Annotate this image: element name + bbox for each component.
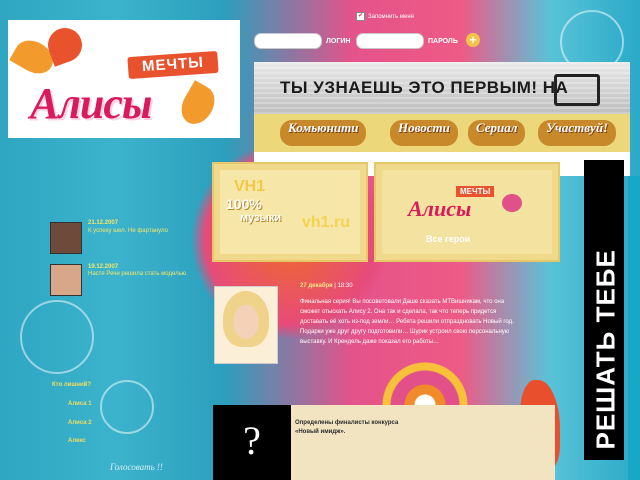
news-link[interactable]: Настя Речи решила стать моделью <box>88 271 198 277</box>
promo-heroes[interactable]: МЕЧТЫ Алисы Все герои <box>374 162 560 262</box>
background-swirl <box>100 380 154 434</box>
news-thumbnail[interactable] <box>50 264 82 296</box>
article-time: 18:30 <box>337 283 353 289</box>
photo-face <box>233 305 259 339</box>
remember-label: Запомнить меня <box>368 14 414 21</box>
side-banner[interactable]: РЕШАТЬ ТЕБЕ <box>584 160 624 460</box>
poll-question: Кто лишний? <box>52 382 92 388</box>
remember-me[interactable]: ✔ Запомнить меня <box>356 12 414 21</box>
poll-option[interactable]: Алиса 2 <box>68 420 92 426</box>
login-label: ЛОГИН <box>326 38 351 45</box>
mtv-logo-icon <box>554 74 600 106</box>
side-strip <box>628 176 640 480</box>
news-thumbnail[interactable] <box>50 222 82 254</box>
promo-vh1-line1: VH1 <box>234 178 266 195</box>
news-link[interactable]: К успеху шел. Не фартануло <box>88 228 208 234</box>
promo-banner[interactable]: ТЫ УЗНАЕШЬ ЭТО ПЕРВЫМ! НА <box>254 62 630 114</box>
logo-badge: МЕЧТЫ <box>127 50 219 80</box>
remember-checkbox[interactable]: ✔ <box>356 12 365 21</box>
question-mark-box[interactable]: ? <box>213 405 291 480</box>
contest-box[interactable]: Определены финалисты конкурса «Новый ими… <box>291 405 555 480</box>
article-photo[interactable] <box>214 286 278 364</box>
nav-item-series[interactable]: Сериал <box>468 120 526 146</box>
password-input[interactable] <box>356 33 424 49</box>
side-banner-text: РЕШАТЬ ТЕБЕ <box>590 249 621 450</box>
password-label: ПАРОЛЬ <box>428 38 458 45</box>
nav-item-news[interactable]: Новости <box>390 120 458 146</box>
news-date: 19.12.2007 <box>88 264 119 270</box>
logo-title: Алисы <box>30 79 152 128</box>
background-swirl <box>20 300 94 374</box>
promo-vh1-logo: vh1.ru <box>302 214 351 231</box>
login-submit-button[interactable]: + <box>466 33 480 47</box>
news-date: 21.12.2007 <box>88 220 119 226</box>
nav-item-participate[interactable]: Участвуй! <box>538 120 617 146</box>
poll-option[interactable]: Алиса 1 <box>68 401 92 407</box>
article-date: 27 декабря <box>300 283 333 289</box>
vote-link[interactable]: Голосовать !! <box>110 462 163 472</box>
promo-heroes-inner: МЕЧТЫ Алисы Все герои <box>382 170 552 254</box>
contest-text: Определены финалисты конкурса «Новый ими… <box>295 420 399 435</box>
promo-vh1[interactable]: VH1 100% музыки vh1.ru <box>212 162 368 262</box>
article-meta: 27 декабря | 18:30 <box>300 283 353 289</box>
nav-item-community[interactable]: Комьюнити <box>280 120 367 146</box>
promo-vh1-inner: VH1 100% музыки vh1.ru <box>220 170 360 254</box>
promo-vh1-line3: музыки <box>240 212 282 224</box>
login-input[interactable] <box>254 33 322 49</box>
mtv-badge-icon <box>502 194 522 212</box>
promo-heroes-title: Алисы <box>408 196 472 221</box>
banner-text: ТЫ УЗНАЕШЬ ЭТО ПЕРВЫМ! НА <box>280 78 569 97</box>
logo-petal <box>175 80 221 130</box>
poll-option[interactable]: Алекс <box>68 438 86 444</box>
article-body: Финальная серия! Вы посоветовали Даше ск… <box>300 299 514 345</box>
promo-heroes-caption: Все герои <box>426 234 471 244</box>
site-logo[interactable]: МЕЧТЫ Алисы <box>8 20 240 138</box>
promo-vh1-line2: 100% <box>226 196 262 212</box>
